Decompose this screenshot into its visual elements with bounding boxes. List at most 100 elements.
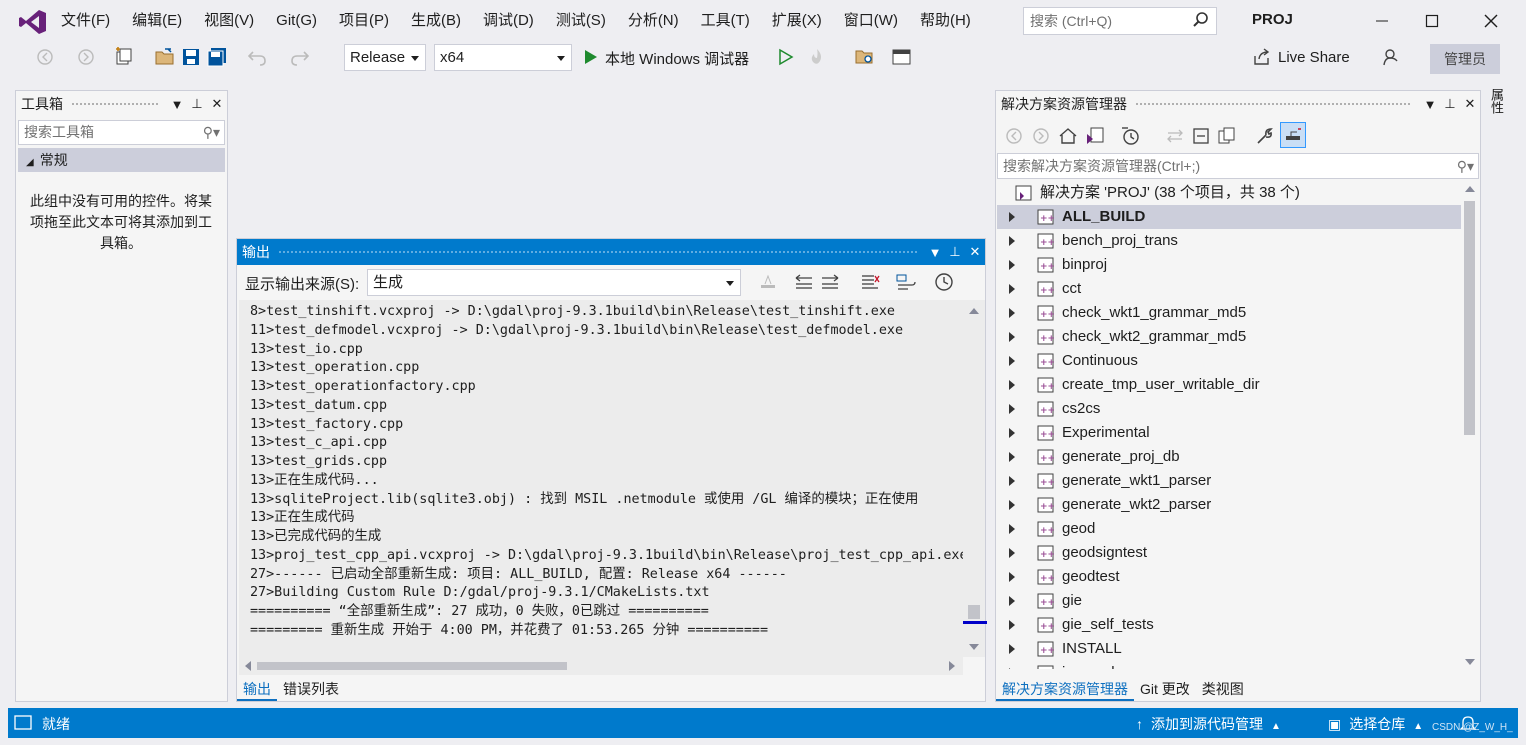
expand-arrow-icon[interactable] xyxy=(1009,668,1015,669)
solution-vertical-scrollbar[interactable] xyxy=(1461,181,1479,669)
solution-root-node[interactable]: 解决方案 'PROJ' (38 个项目，共 38 个) xyxy=(997,181,1461,205)
expand-arrow-icon[interactable] xyxy=(1009,572,1015,582)
forward-icon[interactable] xyxy=(1030,125,1052,147)
expand-arrow-icon[interactable] xyxy=(1009,404,1015,414)
expand-arrow-icon[interactable] xyxy=(1009,284,1015,294)
output-horizontal-scrollbar[interactable] xyxy=(239,657,963,675)
scroll-thumb[interactable] xyxy=(968,605,980,619)
output-source-select[interactable]: 生成 xyxy=(367,269,741,296)
pin-icon[interactable]: ⊥ xyxy=(945,242,965,262)
hot-reload-icon[interactable] xyxy=(806,46,828,68)
menu-item[interactable]: Git(G) xyxy=(265,0,328,42)
expand-arrow-icon[interactable] xyxy=(1009,548,1015,558)
expand-arrow-icon[interactable] xyxy=(1009,332,1015,342)
menu-item[interactable]: 文件(F) xyxy=(50,0,121,42)
menu-item[interactable]: 测试(S) xyxy=(545,0,617,42)
menu-item[interactable]: 扩展(X) xyxy=(761,0,833,42)
properties-side-tab[interactable]: 属性 xyxy=(1488,88,1506,114)
expand-arrow-icon[interactable] xyxy=(1009,524,1015,534)
save-icon[interactable] xyxy=(180,46,202,68)
window-options-icon[interactable]: ▼ xyxy=(1420,94,1440,114)
expand-arrow-icon[interactable] xyxy=(1009,596,1015,606)
scroll-thumb[interactable] xyxy=(257,662,567,670)
menu-item[interactable]: 调试(D) xyxy=(472,0,545,42)
menu-item[interactable]: 工具(T) xyxy=(690,0,761,42)
maximize-button[interactable] xyxy=(1407,0,1457,42)
window-options-icon[interactable]: ▼ xyxy=(167,94,187,114)
project-node[interactable]: ++ ALL_BUILD xyxy=(997,205,1461,229)
admin-badge[interactable]: 管理员 xyxy=(1430,44,1500,74)
navigate-forward-icon[interactable] xyxy=(75,46,97,68)
preview-selected-items-icon[interactable] xyxy=(1280,122,1306,148)
sync-with-active-document-icon[interactable] xyxy=(1164,125,1186,147)
expand-arrow-icon[interactable] xyxy=(1009,500,1015,510)
drag-grip[interactable] xyxy=(71,101,159,107)
timestamp-clock-icon[interactable] xyxy=(933,271,955,293)
expand-arrow-icon[interactable] xyxy=(1009,356,1015,366)
pin-icon[interactable]: ⊥ xyxy=(1440,94,1460,114)
project-node[interactable]: ++ create_tmp_user_writable_dir xyxy=(997,373,1461,397)
properties-wrench-icon[interactable] xyxy=(1254,125,1276,147)
project-node[interactable]: ++ Experimental xyxy=(997,421,1461,445)
find-in-files-icon[interactable] xyxy=(854,46,876,68)
project-node[interactable]: ++ cs2cs xyxy=(997,397,1461,421)
redo-icon[interactable] xyxy=(289,46,311,68)
project-node[interactable]: ++ geodtest xyxy=(997,565,1461,589)
expand-arrow-icon[interactable] xyxy=(1009,476,1015,486)
menu-item[interactable]: 帮助(H) xyxy=(909,0,982,42)
global-search-input[interactable]: 搜索 (Ctrl+Q) xyxy=(1023,7,1217,35)
close-icon[interactable]: ✕ xyxy=(965,242,985,262)
close-icon[interactable]: ✕ xyxy=(1460,94,1480,114)
open-folder-icon[interactable] xyxy=(154,46,176,68)
project-node[interactable]: ++ check_wkt2_grammar_md5 xyxy=(997,325,1461,349)
navigate-back-icon[interactable] xyxy=(34,46,56,68)
collapse-all-icon[interactable] xyxy=(1190,125,1212,147)
drag-grip[interactable] xyxy=(278,249,917,255)
minimize-button[interactable] xyxy=(1357,0,1407,42)
feedback-icon[interactable] xyxy=(1380,46,1402,68)
menu-item[interactable]: 生成(B) xyxy=(400,0,472,42)
next-message-icon[interactable] xyxy=(819,271,841,293)
project-node[interactable]: ++ bench_proj_trans xyxy=(997,229,1461,253)
toolbox-search-input[interactable]: 搜索工具箱 ⚲▾ xyxy=(18,120,225,145)
expand-arrow-icon[interactable] xyxy=(1009,620,1015,630)
output-vertical-scrollbar[interactable] xyxy=(963,300,987,657)
project-node[interactable]: ++ Continuous xyxy=(997,349,1461,373)
scroll-thumb[interactable] xyxy=(1464,201,1475,435)
expand-arrow-icon[interactable] xyxy=(1009,380,1015,390)
menu-item[interactable]: 编辑(E) xyxy=(121,0,193,42)
show-all-files-icon[interactable] xyxy=(1216,125,1238,147)
project-node[interactable]: ++ generate_wkt1_parser xyxy=(997,469,1461,493)
output-tab[interactable]: 错误列表 xyxy=(277,679,345,701)
expand-arrow-icon[interactable] xyxy=(1009,452,1015,462)
start-without-debugging-icon[interactable] xyxy=(775,46,797,68)
project-node[interactable]: ++ generate_proj_db xyxy=(997,445,1461,469)
switch-views-icon[interactable] xyxy=(1084,125,1106,147)
project-node[interactable]: ++ gie xyxy=(997,589,1461,613)
project-node[interactable]: ++ invgeod xyxy=(997,661,1461,669)
back-icon[interactable] xyxy=(1003,125,1025,147)
menu-item[interactable]: 视图(V) xyxy=(193,0,265,42)
clear-all-icon[interactable] xyxy=(859,271,881,293)
toolbox-group-general[interactable]: ◢ 常规 xyxy=(18,148,225,172)
close-window-button[interactable] xyxy=(1466,0,1516,42)
project-node[interactable]: ++ gie_self_tests xyxy=(997,613,1461,637)
expand-arrow-icon[interactable] xyxy=(1009,428,1015,438)
find-message-icon[interactable] xyxy=(757,271,779,293)
home-icon[interactable] xyxy=(1057,125,1079,147)
solution-search-input[interactable]: 搜索解决方案资源管理器(Ctrl+;) ⚲▾ xyxy=(997,153,1479,179)
project-node[interactable]: ++ binproj xyxy=(997,253,1461,277)
undo-icon[interactable] xyxy=(246,46,268,68)
project-node[interactable]: ++ cct xyxy=(997,277,1461,301)
previous-message-icon[interactable] xyxy=(793,271,815,293)
new-project-icon[interactable] xyxy=(113,46,135,68)
menu-item[interactable]: 窗口(W) xyxy=(833,0,909,42)
output-tab[interactable]: 输出 xyxy=(237,679,277,701)
project-node[interactable]: ++ generate_wkt2_parser xyxy=(997,493,1461,517)
project-node[interactable]: ++ check_wkt1_grammar_md5 xyxy=(997,301,1461,325)
solution-tab[interactable]: 类视图 xyxy=(1196,679,1250,701)
visual-studio-logo-icon[interactable] xyxy=(18,8,48,36)
solution-configuration-select[interactable]: Release xyxy=(344,44,426,71)
select-repository-button[interactable]: ▣ 选择仓库 ▲ xyxy=(1328,714,1423,734)
expand-arrow-icon[interactable] xyxy=(1009,212,1015,222)
